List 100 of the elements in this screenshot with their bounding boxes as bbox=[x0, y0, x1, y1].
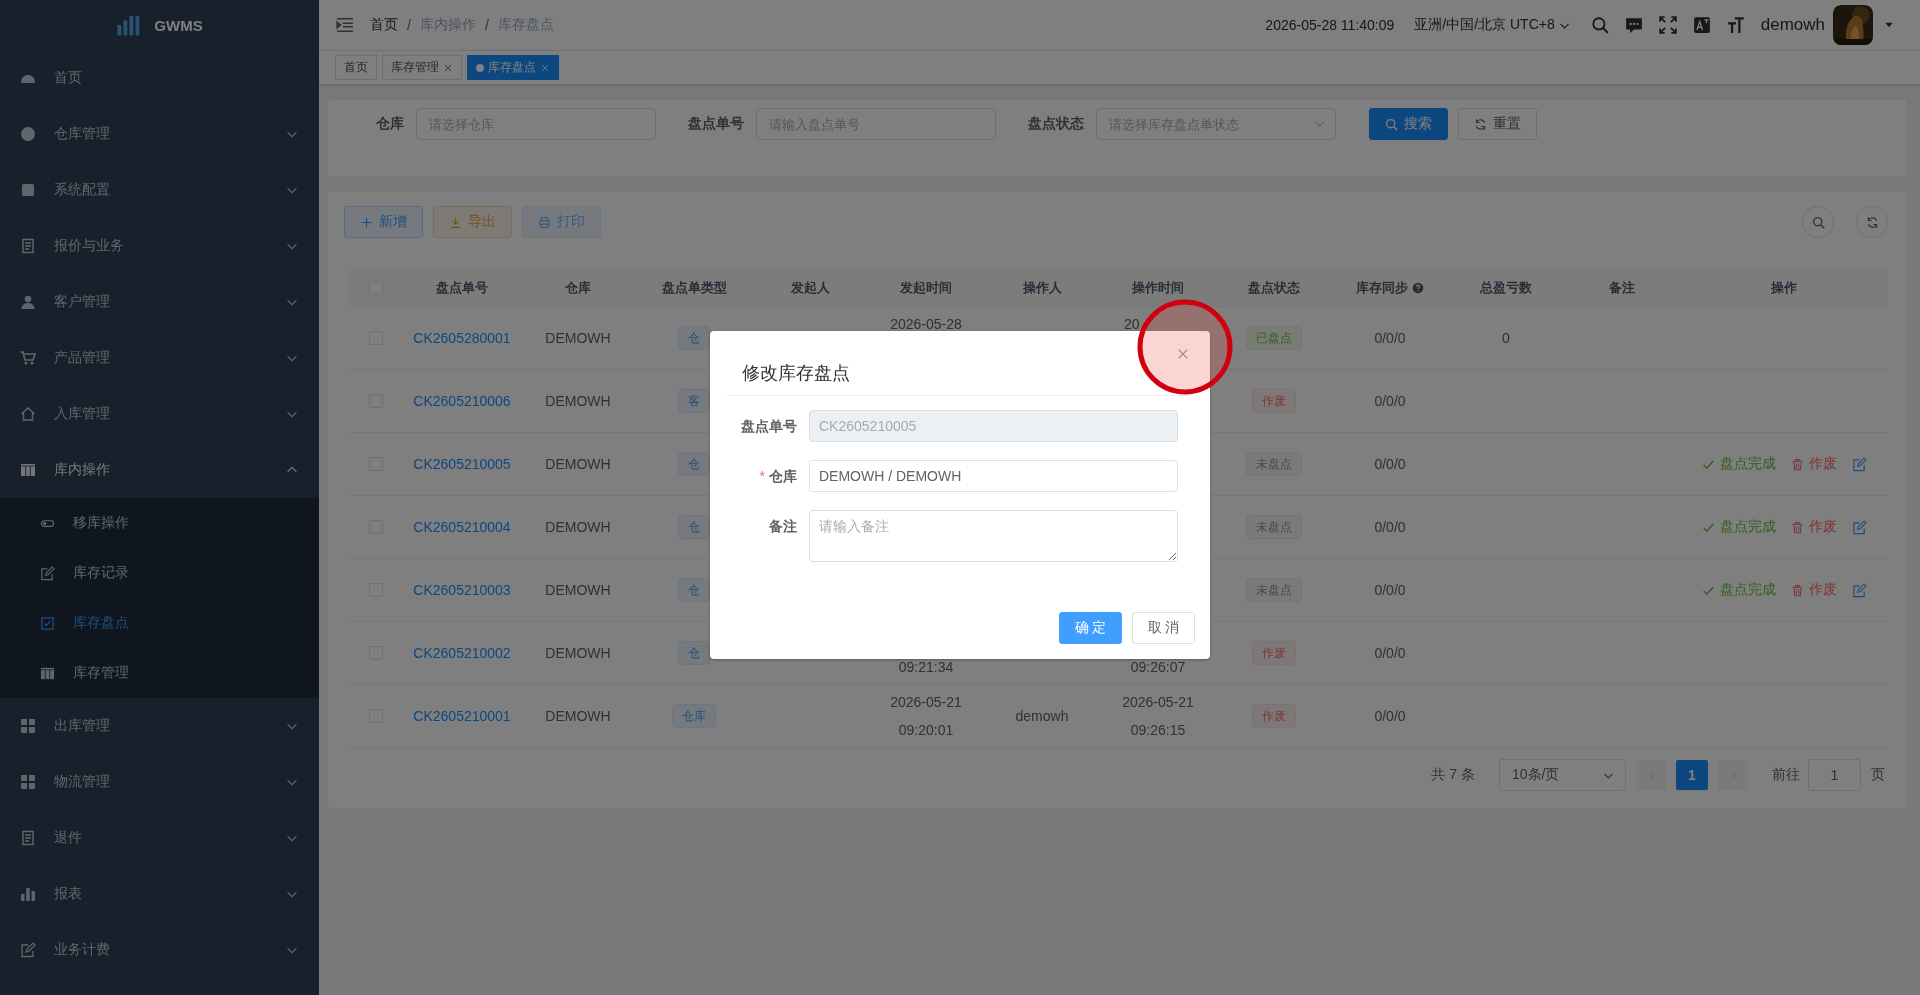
close-icon[interactable] bbox=[1176, 347, 1190, 361]
order-link[interactable]: CK2605210005 bbox=[413, 456, 511, 472]
add-button[interactable]: 新增 bbox=[344, 206, 423, 238]
sidebar-item[interactable]: 出库管理 bbox=[0, 698, 319, 754]
fullscreen-icon[interactable] bbox=[1658, 16, 1677, 34]
search-button[interactable]: 搜索 bbox=[1369, 108, 1448, 140]
sidebar-item[interactable]: 入库管理 bbox=[0, 386, 319, 442]
user-name[interactable]: demowh bbox=[1760, 15, 1825, 35]
reset-button[interactable]: 重置 bbox=[1458, 108, 1537, 140]
search-icon[interactable] bbox=[1590, 16, 1609, 34]
table-cell: DEMOWH bbox=[545, 393, 611, 409]
complete-link[interactable]: 盘点完成 bbox=[1701, 455, 1776, 473]
sidebar-subitem[interactable]: 库存管理 bbox=[0, 648, 319, 698]
order-link[interactable]: CK2605210002 bbox=[413, 645, 511, 661]
total-count: 共 7 条 bbox=[1431, 766, 1475, 784]
complete-link[interactable]: 盘点完成 bbox=[1701, 581, 1776, 599]
textarea-field[interactable]: 请输入备注 bbox=[809, 510, 1178, 562]
edit-button[interactable] bbox=[1851, 582, 1867, 598]
cancel-button[interactable]: 取 消 bbox=[1132, 612, 1195, 644]
order-link[interactable]: CK2605280001 bbox=[413, 330, 511, 346]
order-link[interactable]: CK2605210004 bbox=[413, 519, 511, 535]
sidebar-item[interactable]: 首页 bbox=[0, 50, 319, 106]
table-cell-text: 2026-05-21 bbox=[890, 693, 962, 712]
table-cell: 0/0/0 bbox=[1374, 330, 1406, 346]
font-size-icon[interactable] bbox=[1726, 16, 1745, 34]
sidebar-item[interactable]: 仓库管理 bbox=[0, 106, 319, 162]
type-tag: 客 bbox=[678, 389, 710, 413]
order-link[interactable]: CK2605210001 bbox=[413, 708, 511, 724]
sidebar-item[interactable]: 物流管理 bbox=[0, 754, 319, 810]
void-link[interactable]: 作废 bbox=[1790, 581, 1837, 599]
sidebar-item[interactable]: 产品管理 bbox=[0, 330, 319, 386]
sidebar-item[interactable]: 报表 bbox=[0, 866, 319, 922]
edit-button[interactable] bbox=[1851, 456, 1867, 472]
refresh-icon bbox=[1474, 117, 1487, 131]
user-icon bbox=[20, 294, 36, 310]
search-toggle-button[interactable] bbox=[1802, 206, 1834, 238]
table-cell: demowh bbox=[1015, 708, 1069, 724]
plus-icon bbox=[360, 215, 373, 229]
page-tab[interactable]: 首页 bbox=[335, 55, 377, 80]
complete-link[interactable]: 盘点完成 bbox=[1701, 518, 1776, 536]
close-icon[interactable] bbox=[443, 62, 453, 73]
translate-icon[interactable] bbox=[1692, 16, 1711, 34]
refresh-button[interactable] bbox=[1856, 206, 1888, 238]
page-button[interactable]: 1 bbox=[1676, 760, 1708, 790]
order-link[interactable]: CK2605210006 bbox=[413, 393, 511, 409]
order-link[interactable]: CK2605210003 bbox=[413, 582, 511, 598]
page-size-select[interactable]: 10条/页 bbox=[1499, 759, 1626, 791]
search-icon bbox=[1385, 117, 1398, 131]
sidebar-item[interactable]: 库内操作 bbox=[0, 442, 319, 498]
export-button[interactable]: 导出 bbox=[433, 206, 512, 238]
drive-icon bbox=[20, 182, 36, 198]
page-tab[interactable]: 库存管理 bbox=[382, 55, 462, 80]
table-cell: 0/0/0 bbox=[1374, 456, 1406, 472]
sidebar-subitem[interactable]: 库存记录 bbox=[0, 548, 319, 598]
field-label: 盘点单号 bbox=[740, 417, 798, 436]
menu-icon[interactable] bbox=[336, 16, 354, 34]
sidebar-subitem[interactable]: 库存盘点 bbox=[0, 598, 319, 648]
table-cell: 0/0/0 bbox=[1374, 519, 1406, 535]
status-tag: 已盘点 bbox=[1246, 326, 1302, 350]
page-tab[interactable]: 库存盘点 bbox=[467, 55, 559, 80]
field-label: 盘点状态 bbox=[1027, 115, 1085, 133]
edit-icon bbox=[20, 942, 36, 958]
status-tag: 作废 bbox=[1252, 704, 1296, 728]
table-cell-text: 2026-05-21 bbox=[1122, 693, 1194, 712]
input-field[interactable]: DEMOWH / DEMOWH bbox=[809, 460, 1178, 492]
field-label: * 仓库 bbox=[758, 467, 798, 486]
edit-icon bbox=[40, 565, 55, 581]
breadcrumb-separator: / bbox=[407, 17, 411, 33]
bar-chart-icon bbox=[20, 886, 36, 902]
help-icon[interactable] bbox=[1412, 281, 1424, 294]
edit-button[interactable] bbox=[1851, 519, 1867, 535]
column-header: 发起时间 bbox=[900, 278, 952, 297]
checkbox-icon bbox=[40, 615, 55, 631]
status-tag: 作废 bbox=[1252, 389, 1296, 413]
chat-icon[interactable] bbox=[1624, 16, 1643, 34]
dot-icon bbox=[476, 63, 484, 72]
table-cell: DEMOWH bbox=[545, 645, 611, 661]
timezone-select[interactable]: 亚洲/中国/北京 UTC+8 bbox=[1414, 16, 1571, 34]
type-tag: 仓 bbox=[678, 452, 710, 476]
table-cell: DEMOWH bbox=[545, 708, 611, 724]
field-label: 备注 bbox=[768, 517, 798, 536]
breadcrumb-item[interactable]: 首页 bbox=[370, 16, 398, 34]
page-input[interactable]: 1 bbox=[1808, 759, 1861, 791]
globe-icon bbox=[20, 126, 36, 142]
sidebar-item[interactable]: 系统配置 bbox=[0, 162, 319, 218]
void-link[interactable]: 作废 bbox=[1790, 518, 1837, 536]
sidebar-item[interactable]: 业务计费 bbox=[0, 922, 319, 978]
sidebar-item[interactable]: 退件 bbox=[0, 810, 319, 866]
breadcrumb-separator: / bbox=[484, 17, 489, 33]
sidebar-item[interactable]: 客户管理 bbox=[0, 274, 319, 330]
sidebar-item[interactable]: 报价与业务 bbox=[0, 218, 319, 274]
column-header: 盘点单号 bbox=[436, 278, 488, 297]
table-icon bbox=[40, 665, 55, 681]
column-header: 盘点状态 bbox=[1248, 278, 1300, 297]
table-cell: DEMOWH bbox=[545, 330, 611, 346]
sidebar-subitem[interactable]: 移库操作 bbox=[0, 498, 319, 548]
refresh-icon bbox=[1865, 215, 1879, 229]
void-link[interactable]: 作废 bbox=[1790, 455, 1837, 473]
table-cell: DEMOWH bbox=[545, 582, 611, 598]
confirm-button[interactable]: 确 定 bbox=[1059, 612, 1122, 644]
